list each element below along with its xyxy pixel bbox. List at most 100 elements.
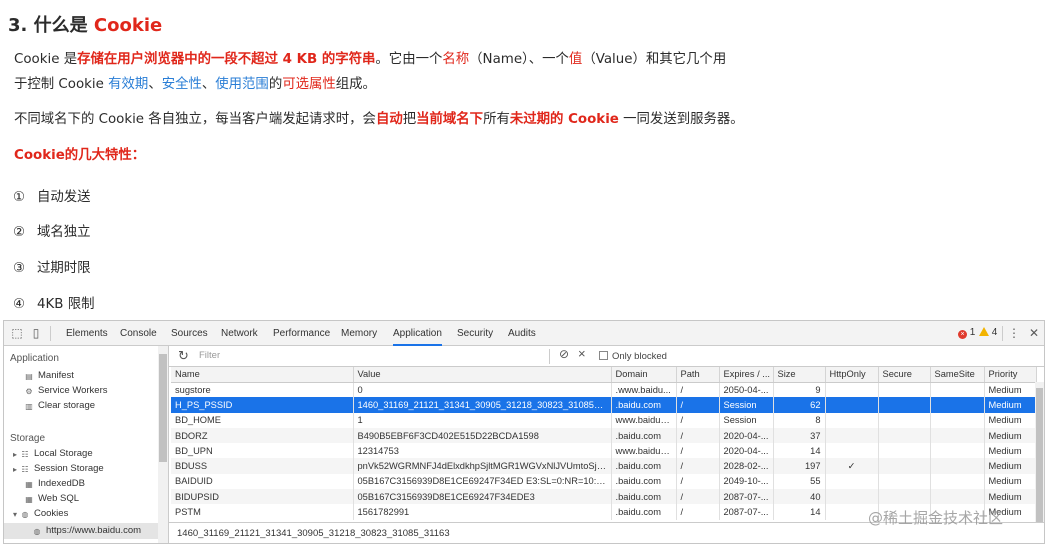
sidebar-item-session-storage[interactable]: ▸ ☷ Session Storage <box>12 462 104 476</box>
sidebar-item-local-storage[interactable]: ▸ ☷ Local Storage <box>12 447 93 461</box>
column-header-samesite[interactable]: SameSite <box>930 367 985 383</box>
expand-arrow-icon[interactable]: ▸ <box>12 465 18 475</box>
cell-samesite <box>930 489 985 505</box>
devtools-tab-bar: ⬚ ▯ Elements Console Sources Network Per… <box>4 321 1044 346</box>
table-header: Name Value Domain Path Expires / ... Siz… <box>171 367 1037 383</box>
column-header-size[interactable]: Size <box>773 367 826 383</box>
only-blocked-checkbox[interactable]: Only blocked <box>599 351 667 362</box>
sidebar-item-clear-storage[interactable]: ▥ Clear storage <box>24 399 95 413</box>
sidebar-item-manifest[interactable]: ▤ Manifest <box>24 369 74 383</box>
close-icon[interactable]: ✕ <box>1027 326 1041 340</box>
tab-application[interactable]: Application <box>393 321 442 346</box>
cell-expires: 2028-02-... <box>719 458 774 474</box>
column-header-secure[interactable]: Secure <box>878 367 931 383</box>
text-run: （Name）、一个 <box>469 52 569 67</box>
expand-arrow-icon[interactable]: ▸ <box>12 450 18 460</box>
cell-value: 12314753 <box>353 443 612 459</box>
column-header-httponly[interactable]: HttpOnly <box>825 367 879 383</box>
refresh-icon[interactable]: ↻ <box>178 348 189 364</box>
table-row[interactable]: BDORZ B490B5EBF6F3CD402E515D22BCDA1598 .ba… <box>171 427 1037 444</box>
column-header-value[interactable]: Value <box>353 367 612 383</box>
sidebar-section-storage: Storage <box>10 433 46 444</box>
column-header-name[interactable]: Name <box>171 367 354 383</box>
column-header-path[interactable]: Path <box>676 367 720 383</box>
cell-size: 37 <box>773 427 826 444</box>
more-options-icon[interactable]: ⋮ <box>1007 326 1021 340</box>
cell-value: 1460_31169_21121_31341_30905_31218_30823… <box>353 397 612 413</box>
column-header-expires[interactable]: Expires / ... <box>719 367 774 383</box>
cell-path: / <box>676 489 720 505</box>
feature-item: ④ 4KB 限制 <box>13 292 95 312</box>
cell-secure <box>878 458 931 474</box>
sidebar-scrollbar[interactable] <box>158 346 168 543</box>
highlight-run: 存储在用户浏览器中的一段不超过 4 KB 的字符串 <box>77 52 376 67</box>
delete-selected-icon[interactable]: × <box>578 346 586 361</box>
cell-secure <box>878 412 931 428</box>
column-header-priority[interactable]: Priority <box>984 367 1037 383</box>
cell-name: BAIDUID <box>171 473 354 490</box>
tab-console[interactable]: Console <box>120 321 157 346</box>
inspect-element-icon[interactable]: ⬚ <box>10 326 24 340</box>
table-row[interactable]: BIDUPSID 05B167C3156939D8E1CE69247F34EDE3… <box>171 489 1037 505</box>
tab-network[interactable]: Network <box>221 321 258 346</box>
sidebar-item-cookie-origin[interactable]: ◍ https://www.baidu.com <box>32 524 142 538</box>
table-row[interactable]: H_PS_PSSID 1460_31169_21121_31341_30905_3… <box>171 397 1037 413</box>
feature-text: 4KB 限制 <box>37 297 95 312</box>
cell-path: / <box>676 412 720 428</box>
collapse-arrow-icon[interactable]: ▾ <box>12 510 18 520</box>
cell-priority: Medium <box>984 412 1037 428</box>
table-scrollbar[interactable] <box>1035 382 1044 543</box>
table-row[interactable]: BD_UPN 12314753 www.baidu.c.../2020-04-...… <box>171 443 1037 459</box>
cell-size: 62 <box>773 397 826 413</box>
highlight-run: 可选属性 <box>282 77 336 92</box>
scrollbar-thumb[interactable] <box>1036 388 1043 528</box>
sidebar-item-service-workers[interactable]: ⚙ Service Workers <box>24 384 107 398</box>
gear-icon: ⚙ <box>25 387 33 396</box>
sidebar-item-web-sql[interactable]: ▦ Web SQL <box>24 492 79 506</box>
text-run: （Value）和其它几个用 <box>582 52 727 67</box>
table-row[interactable]: BD_HOME 1 www.baidu.c... / Session 8 Medium <box>171 412 1037 428</box>
table-row[interactable]: sugstore 0 .www.baidu.../2050-04-... 9 Mediu… <box>171 382 1037 398</box>
cell-samesite <box>930 473 985 490</box>
cell-priority: Medium <box>984 443 1037 459</box>
cell-name: PSTM <box>171 504 354 520</box>
sidebar-item-cookies[interactable]: ▾ ◍ Cookies <box>12 507 68 521</box>
cell-domain: .baidu.com <box>611 397 677 413</box>
filter-input[interactable]: Filter <box>199 350 220 361</box>
table-row[interactable]: BDUSS pnVk52WGRMNFJ4dElxdkhpSjltMGR1WGVxN… <box>171 458 1037 474</box>
cell-value: pnVk52WGRMNFJ4dElxdkhpSjltMGR1WGVxNlJVUm… <box>353 458 612 474</box>
text-run: Cookie 是 <box>14 52 78 67</box>
cell-secure <box>878 397 931 413</box>
text-run: 不同域名下的 Cookie 各自独立，每当客户端发起请求时，会 <box>14 112 376 127</box>
feature-item: ① 自动发送 <box>13 185 91 205</box>
cell-path: / <box>676 473 720 490</box>
paragraph-intro-line1: Cookie 是存储在用户浏览器中的一段不超过 4 KB 的字符串。它由一个名称… <box>14 48 726 72</box>
cell-name: sugstore <box>171 382 354 398</box>
tab-memory[interactable]: Memory <box>341 321 377 346</box>
error-badge[interactable]: × 1 <box>958 327 975 339</box>
cell-value: 1561782991 <box>353 504 612 520</box>
device-toolbar-icon[interactable]: ▯ <box>29 326 43 340</box>
column-header-domain[interactable]: Domain <box>611 367 677 383</box>
tab-elements[interactable]: Elements <box>66 321 108 346</box>
tab-performance[interactable]: Performance <box>273 321 330 346</box>
cell-httponly: ✓ <box>825 458 879 474</box>
sidebar-item-indexeddb[interactable]: ▦ IndexedDB <box>24 477 85 491</box>
scrollbar-thumb[interactable] <box>159 354 167 462</box>
cell-domain: .baidu.com <box>611 473 677 490</box>
cookie-icon: ◍ <box>33 527 41 536</box>
tab-audits[interactable]: Audits <box>508 321 536 346</box>
cell-samesite <box>930 443 985 459</box>
clear-all-icon[interactable]: ⊘ <box>559 347 569 361</box>
cell-domain: .www.baidu... <box>611 382 677 398</box>
tab-sources[interactable]: Sources <box>171 321 208 346</box>
tab-security[interactable]: Security <box>457 321 493 346</box>
sidebar-item-label: Manifest <box>38 370 74 381</box>
error-icon: × <box>958 330 967 339</box>
paragraph-intro-line2: 于控制 Cookie 有效期、安全性、使用范围的可选属性组成。 <box>14 73 376 97</box>
table-row[interactable]: BAIDUID 05B167C3156939D8E1CE69247F34ED E3… <box>171 473 1037 490</box>
feature-number: ② <box>13 225 26 240</box>
warning-badge[interactable]: 4 <box>979 327 997 338</box>
checkbox-box[interactable] <box>599 351 608 360</box>
features-title: Cookie的几大特性： <box>14 148 146 163</box>
